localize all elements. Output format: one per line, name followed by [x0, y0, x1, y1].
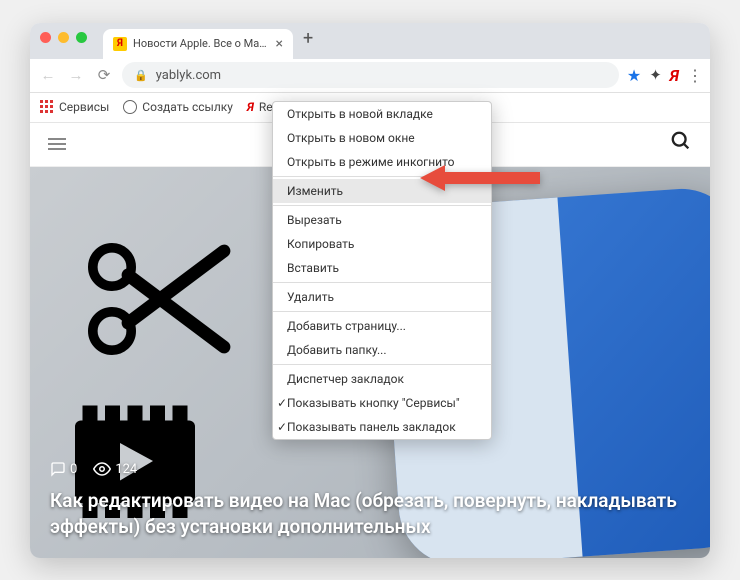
- browser-tab[interactable]: Я Новости Apple. Все о Mac, iP ×: [103, 29, 293, 59]
- eye-icon: [93, 460, 111, 478]
- tab-close-icon[interactable]: ×: [276, 36, 283, 52]
- globe-icon: [123, 100, 137, 114]
- back-button[interactable]: ←: [38, 66, 58, 84]
- ctx-copy[interactable]: Копировать: [273, 232, 491, 256]
- apps-icon: [40, 100, 54, 114]
- ctx-cut[interactable]: Вырезать: [273, 208, 491, 232]
- yandex-mini-icon: Я: [247, 100, 254, 114]
- toolbar: ← → ⟳ 🔒 yablyk.com ★ ✦ Я ⋮: [30, 59, 710, 93]
- apps-shortcut[interactable]: Сервисы: [40, 100, 109, 114]
- ctx-open-new-tab[interactable]: Открыть в новой вкладке: [273, 102, 491, 126]
- ctx-show-apps[interactable]: ✓Показывать кнопку "Сервисы": [273, 391, 491, 415]
- views-stat: 124: [93, 460, 137, 478]
- bookmark-create-link[interactable]: Создать ссылку: [123, 100, 233, 114]
- lock-icon: 🔒: [134, 69, 148, 82]
- yandex-icon[interactable]: Я: [670, 66, 679, 85]
- ctx-delete[interactable]: Удалить: [273, 285, 491, 309]
- scissors-icon: [80, 227, 240, 387]
- bookmark-star-icon[interactable]: ★: [627, 66, 641, 85]
- menu-button[interactable]: ⋮: [687, 66, 702, 85]
- article-title: Как редактировать видео на Mac (обрезать…: [50, 488, 690, 539]
- comments-stat[interactable]: 0: [50, 461, 77, 477]
- extensions-icon[interactable]: ✦: [649, 66, 662, 84]
- ctx-separator: [273, 282, 491, 283]
- comment-icon: [50, 461, 66, 477]
- search-icon[interactable]: [670, 130, 692, 158]
- maximize-button[interactable]: [76, 32, 87, 43]
- apps-label: Сервисы: [59, 100, 109, 114]
- new-tab-button[interactable]: +: [303, 28, 313, 49]
- ctx-add-page[interactable]: Добавить страницу...: [273, 314, 491, 338]
- ctx-separator: [273, 364, 491, 365]
- ctx-separator: [273, 205, 491, 206]
- ctx-paste[interactable]: Вставить: [273, 256, 491, 280]
- ctx-add-folder[interactable]: Добавить папку...: [273, 338, 491, 362]
- url-text: yablyk.com: [156, 68, 221, 83]
- reload-button[interactable]: ⟳: [94, 66, 114, 84]
- browser-window: Я Новости Apple. Все о Mac, iP × + ← → ⟳…: [30, 23, 710, 558]
- address-bar[interactable]: 🔒 yablyk.com: [122, 62, 619, 88]
- tab-title: Новости Apple. Все о Mac, iP: [133, 37, 270, 50]
- window-controls: [40, 32, 87, 43]
- tab-favicon: Я: [113, 37, 127, 51]
- article-overlay: 0 124 Как редактировать видео на Mac (об…: [50, 460, 690, 539]
- annotation-arrow: [420, 163, 540, 197]
- views-count: 124: [115, 462, 137, 477]
- ctx-bookmark-manager[interactable]: Диспетчер закладок: [273, 367, 491, 391]
- ctx-open-new-window[interactable]: Открыть в новом окне: [273, 126, 491, 150]
- hamburger-menu[interactable]: [48, 138, 66, 150]
- bookmark-label: Создать ссылку: [142, 100, 233, 114]
- ctx-separator: [273, 311, 491, 312]
- context-menu: Открыть в новой вкладке Открыть в новом …: [272, 101, 492, 440]
- comments-count: 0: [70, 462, 77, 477]
- minimize-button[interactable]: [58, 32, 69, 43]
- article-stats: 0 124: [50, 460, 690, 478]
- titlebar: Я Новости Apple. Все о Mac, iP × +: [30, 23, 710, 59]
- ctx-show-bar[interactable]: ✓Показывать панель закладок: [273, 415, 491, 439]
- close-button[interactable]: [40, 32, 51, 43]
- forward-button[interactable]: →: [66, 66, 86, 84]
